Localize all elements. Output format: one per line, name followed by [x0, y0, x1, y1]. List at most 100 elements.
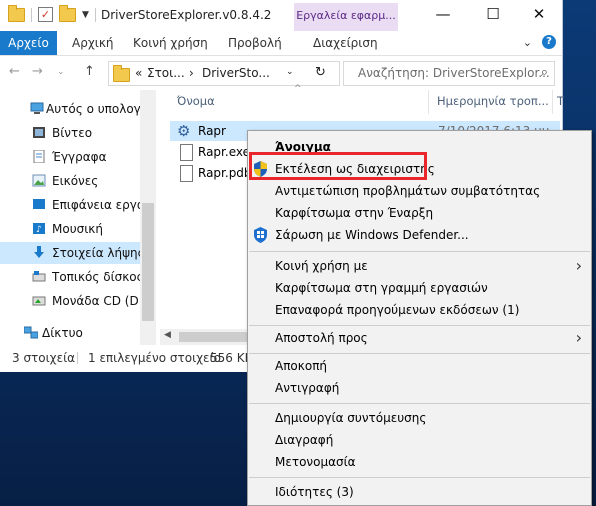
- menu-separator: [249, 477, 590, 478]
- nav-item-label: Τοπικός δίσκος: [52, 270, 140, 284]
- chevron-down-icon[interactable]: ⌄: [523, 36, 532, 49]
- sort-arrow-icon: ^: [294, 84, 302, 94]
- folder-icon: [113, 65, 130, 82]
- nav-item-this-pc[interactable]: Αυτός ο υπολογισ: [0, 98, 140, 120]
- menu-item-label: Επαναφορά προηγούμενων εκδόσεων (1): [275, 303, 520, 317]
- nav-item-documents[interactable]: Έγγραφα: [0, 146, 140, 168]
- menu-item-label: Αποκοπή: [275, 359, 328, 373]
- menu-item-label: Σάρωση με Windows Defender...: [275, 228, 469, 242]
- search-icon[interactable]: ⌕: [541, 65, 548, 80]
- nav-item-desktop[interactable]: Επιφάνεια εργασ: [0, 194, 140, 216]
- window-title: DriverStoreExplorer.v0.8.4.2: [101, 8, 272, 22]
- contextual-tab-app-tools[interactable]: Εργαλεία εφαρμ...: [294, 3, 398, 31]
- nav-item-videos[interactable]: Βίντεο: [0, 122, 140, 144]
- cd-icon: [32, 296, 46, 306]
- column-header-date[interactable]: Ημερομηνία τροπ...: [437, 94, 549, 108]
- menu-separator: [249, 403, 590, 404]
- menu-item-label: Αποστολή προς: [275, 331, 368, 345]
- menu-item-pin-to-start[interactable]: Καρφίτσωμα στην Έναρξη: [248, 202, 591, 224]
- tab-manage[interactable]: Διαχείριση: [313, 31, 378, 55]
- menu-item-label: Αντιγραφή: [275, 381, 340, 395]
- menu-item-scan-defender[interactable]: Σάρωση με Windows Defender...: [248, 224, 591, 246]
- back-arrow-icon[interactable]: ←: [9, 64, 20, 79]
- nav-item-label: Εικόνες: [52, 174, 99, 188]
- menu-item-rename[interactable]: Μετονομασία: [248, 451, 591, 473]
- music-icon: ♪: [33, 223, 45, 235]
- documents-icon: [33, 150, 45, 163]
- network-icon: [24, 326, 38, 339]
- nav-item-label: Μουσική: [52, 222, 103, 236]
- breadcrumb-overflow[interactable]: «: [135, 66, 142, 80]
- menu-separator: [249, 353, 590, 354]
- up-arrow-icon[interactable]: ↑: [84, 64, 95, 79]
- breadcrumb-item[interactable]: Στοι...: [147, 66, 185, 80]
- tab-share[interactable]: Κοινή χρήση: [133, 31, 208, 55]
- customize-dropdown-icon[interactable]: ▼: [82, 10, 89, 20]
- column-divider[interactable]: [428, 90, 429, 114]
- submenu-arrow-icon: ›: [575, 328, 582, 347]
- menu-separator: [249, 325, 590, 326]
- maximize-button[interactable]: ☐: [470, 0, 516, 31]
- tab-view[interactable]: Προβολή: [228, 31, 282, 55]
- properties-icon[interactable]: ✓: [38, 7, 53, 22]
- tab-home[interactable]: Αρχική: [72, 31, 114, 55]
- menu-item-label: Αντιμετώπιση προβλημάτων συμβατότητας: [275, 184, 541, 198]
- selected-size: 556 KE: [210, 351, 253, 365]
- nav-item-pictures[interactable]: Εικόνες: [0, 170, 140, 192]
- gear-icon: ⚙: [177, 122, 191, 140]
- folder-icon[interactable]: [8, 4, 25, 22]
- menu-item-troubleshoot-compatibility[interactable]: Αντιμετώπιση προβλημάτων συμβατότητας: [248, 180, 591, 202]
- search-input[interactable]: Αναζήτηση: DriverStoreExplor...: [358, 66, 550, 80]
- nav-item-local-disk[interactable]: Τοπικός δίσκος: [0, 266, 140, 288]
- breadcrumb-separator[interactable]: ›: [189, 66, 194, 80]
- nav-item-label: Στοιχεία λήψης: [52, 246, 140, 260]
- nav-item-downloads[interactable]: Στοιχεία λήψης: [0, 242, 140, 264]
- address-dropdown-icon[interactable]: ⌄: [286, 67, 294, 77]
- scrollbar-thumb[interactable]: [142, 203, 154, 321]
- menu-item-label: Διαγραφή: [275, 433, 334, 447]
- search-box[interactable]: Αναζήτηση: DriverStoreExplor... ⌕: [343, 61, 555, 86]
- menu-item-copy[interactable]: Αντιγραφή: [248, 377, 591, 399]
- file-name: Rapr: [198, 124, 226, 138]
- menu-item-delete[interactable]: Διαγραφή: [248, 429, 591, 451]
- nav-item-cd-drive[interactable]: Μονάδα CD (D:): [0, 290, 140, 312]
- menu-item-create-shortcut[interactable]: Δημιουργία συντόμευσης: [248, 407, 591, 429]
- nav-item-music[interactable]: ♪ Μουσική: [0, 218, 140, 240]
- recent-locations-icon[interactable]: ⌄: [57, 67, 65, 77]
- address-bar[interactable]: « Στοι... › DriverSto... ⌄ ↻: [108, 61, 340, 86]
- menu-item-cut[interactable]: Αποκοπή: [248, 355, 591, 377]
- title-bar: ✓ ▼ DriverStoreExplorer.v0.8.4.2 Εργαλεί…: [0, 0, 562, 31]
- close-button[interactable]: ✕: [516, 0, 562, 31]
- refresh-icon[interactable]: ↻: [315, 65, 326, 80]
- nav-item-network[interactable]: Δίκτυο: [0, 322, 140, 344]
- menu-item-pin-to-taskbar[interactable]: Καρφίτσωμα στη γραμμή εργασιών: [248, 277, 591, 299]
- menu-item-label: Καρφίτσωμα στη γραμμή εργασιών: [275, 281, 488, 295]
- minimize-button[interactable]: —: [420, 0, 466, 31]
- menu-item-label: Ιδιότητες (3): [275, 485, 354, 499]
- quick-access-toolbar: ✓ ▼: [8, 4, 96, 22]
- menu-separator: [249, 251, 590, 252]
- menu-item-share-with[interactable]: Κοινή χρήση με ›: [248, 255, 591, 277]
- video-icon: [33, 127, 45, 138]
- menu-item-properties[interactable]: Ιδιότητες (3): [248, 481, 591, 503]
- breadcrumb-item[interactable]: DriverSto...: [202, 66, 270, 80]
- computer-icon: [30, 102, 44, 114]
- column-header-type[interactable]: Τ: [557, 94, 564, 108]
- column-header-name[interactable]: Όνομα: [177, 94, 215, 108]
- selected-count: 1 επιλεγμένο στοιχείο: [88, 351, 221, 365]
- scroll-left-icon[interactable]: ◀: [164, 330, 171, 340]
- tab-file[interactable]: Αρχείο: [0, 31, 57, 55]
- menu-item-send-to[interactable]: Αποστολή προς ›: [248, 327, 591, 349]
- new-folder-icon[interactable]: [59, 4, 76, 22]
- address-row: ← → ⌄ ↑ « Στοι... › DriverSto... ⌄ ↻ Ανα…: [0, 58, 562, 88]
- separator: [94, 7, 96, 22]
- help-icon[interactable]: ?: [542, 35, 556, 49]
- menu-item-label: Κοινή χρήση με: [275, 259, 368, 273]
- column-divider[interactable]: [552, 90, 553, 114]
- forward-arrow-icon[interactable]: →: [32, 64, 43, 79]
- status-separator: [77, 352, 78, 364]
- menu-item-restore-previous-versions[interactable]: Επαναφορά προηγούμενων εκδόσεων (1): [248, 299, 591, 321]
- nav-scrollbar[interactable]: [140, 90, 156, 345]
- file-name: Rapr.exe: [198, 145, 250, 159]
- nav-item-label: Έγγραφα: [52, 150, 107, 164]
